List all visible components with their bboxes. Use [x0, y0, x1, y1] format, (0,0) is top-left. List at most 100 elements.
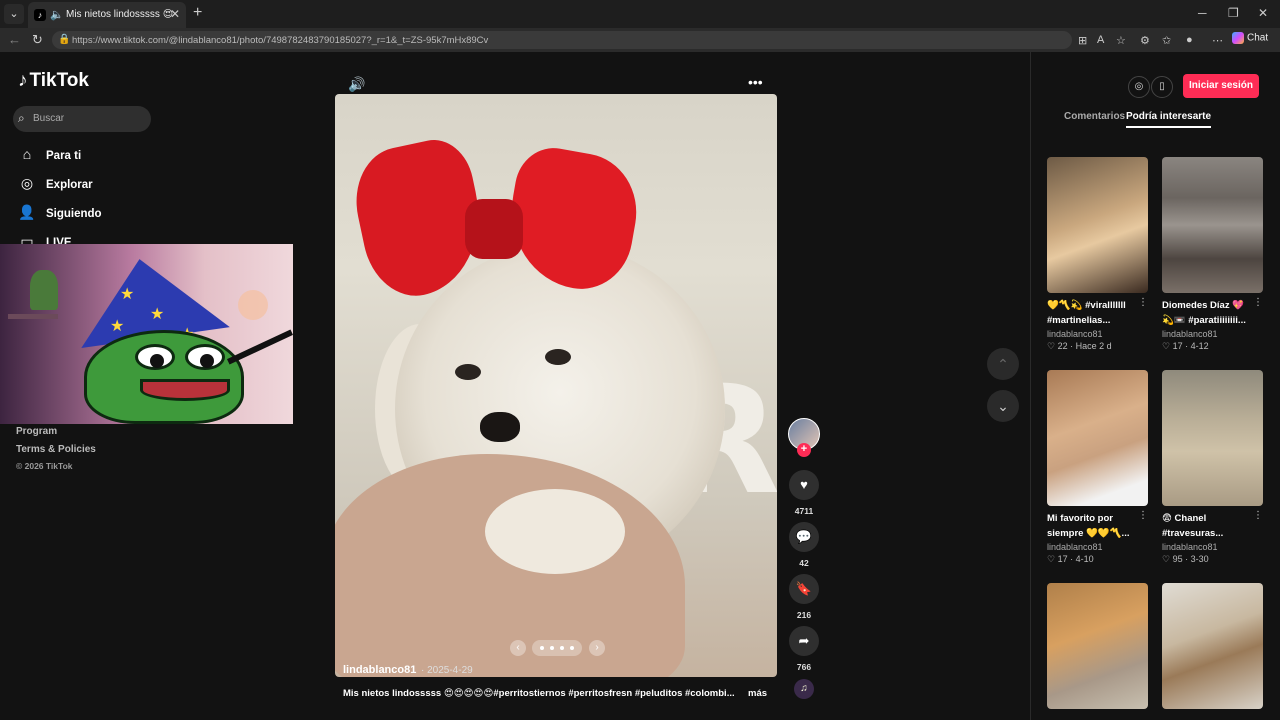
suggested-video-card[interactable]: Diomedes Díaz 💖💫📼 #paratiiiiiiii... ⋮ li…: [1162, 157, 1263, 352]
tiktok-note-icon: ♪: [18, 70, 28, 91]
music-disc-icon[interactable]: ♫: [794, 679, 814, 699]
search-icon: ⌕: [18, 111, 25, 125]
search-placeholder: Buscar: [33, 113, 65, 124]
new-tab-button[interactable]: +: [193, 4, 202, 22]
heart-icon: ♥: [800, 477, 808, 492]
back-icon[interactable]: ←: [8, 32, 21, 47]
carousel-next-icon[interactable]: ›: [589, 640, 605, 656]
more-options-icon[interactable]: •••: [748, 74, 763, 90]
compass-icon[interactable]: ◎: [1128, 76, 1150, 98]
right-panel: ◎ ▯ Iniciar sesión Comentarios Podría in…: [1030, 52, 1280, 720]
video-thumbnail[interactable]: [1047, 583, 1148, 709]
video-thumbnail[interactable]: [1162, 157, 1263, 293]
copyright: © 2026 TikTok: [16, 461, 73, 471]
tiktok-logo[interactable]: ♪ TikTok: [18, 70, 89, 92]
card-more-icon[interactable]: ⋮: [1138, 510, 1148, 521]
copilot-icon: [1232, 32, 1244, 44]
url-field[interactable]: 🔒 https://www.tiktok.com/@lindablanco81/…: [52, 31, 1072, 49]
minimize-icon[interactable]: ─: [1198, 6, 1207, 20]
close-window-icon[interactable]: ✕: [1258, 6, 1268, 20]
active-tab-indicator: [1126, 126, 1211, 128]
suggested-video-card[interactable]: 😨 Chanel #travesuras... ⋮ lindablanco81 …: [1162, 370, 1263, 565]
card-title[interactable]: 😨 Chanel #travesuras...: [1162, 511, 1254, 541]
favorite-star-icon[interactable]: ☆: [1116, 34, 1126, 47]
caption-more-link[interactable]: más: [748, 688, 767, 699]
browser-tab[interactable]: ♪ 🔈 Mis nietos lindosssss 😍😍😍 ✕: [28, 2, 186, 28]
previous-post-button[interactable]: ⌃: [987, 348, 1019, 380]
search-input[interactable]: ⌕ Buscar: [13, 106, 151, 132]
card-meta: ♡ 17 · 4-10: [1047, 554, 1094, 564]
like-button[interactable]: ♥: [789, 470, 819, 500]
site-info-icon[interactable]: 🔒: [58, 34, 70, 45]
card-meta: ♡ 95 · 3-30: [1162, 554, 1209, 564]
footer-program-link[interactable]: Program: [16, 426, 57, 437]
card-more-icon[interactable]: ⋮: [1253, 297, 1263, 308]
share-button[interactable]: ➦: [789, 626, 819, 656]
webcam-overlay-image: ★ ★ ★ ★: [0, 244, 293, 424]
mobile-icon[interactable]: ▯: [1151, 76, 1173, 98]
save-count: 216: [796, 610, 812, 620]
copilot-chat-button[interactable]: Chat: [1232, 32, 1268, 44]
tab-list-button[interactable]: ⌄: [4, 4, 24, 24]
profile-icon[interactable]: ●: [1186, 34, 1193, 46]
sidebar-item-explorar[interactable]: ◎ Explorar: [18, 175, 93, 197]
comment-button[interactable]: 💬: [789, 522, 819, 552]
chevron-down-icon: ⌄: [997, 398, 1009, 414]
photo-carousel-controls: ‹ ›: [510, 639, 605, 657]
heart-outline-icon: ♡: [1162, 554, 1171, 564]
video-thumbnail[interactable]: [1162, 583, 1263, 709]
card-author[interactable]: lindablanco81: [1047, 329, 1148, 339]
card-title[interactable]: Diomedes Díaz 💖💫📼 #paratiiiiiiii...: [1162, 298, 1254, 328]
like-count: 4711: [794, 506, 814, 516]
card-author[interactable]: lindablanco81: [1162, 542, 1263, 552]
url-text: https://www.tiktok.com/@lindablanco81/ph…: [72, 35, 489, 46]
compass-icon: ◎: [20, 175, 34, 191]
close-tab-icon[interactable]: ✕: [170, 7, 180, 21]
carousel-prev-icon[interactable]: ‹: [510, 640, 526, 656]
video-thumbnail[interactable]: [1047, 157, 1148, 293]
share-count: 766: [796, 662, 812, 672]
refresh-icon[interactable]: ↻: [32, 32, 43, 48]
speaker-icon[interactable]: 🔈: [50, 8, 64, 21]
tiktok-page: ♪ TikTok ⌕ Buscar ⌂ Para ti ◎ Explorar 👤 Sig…: [0, 52, 1280, 720]
carousel-dots: [532, 640, 582, 656]
next-post-button[interactable]: ⌄: [987, 390, 1019, 422]
suggested-video-card[interactable]: 💛〽️💫 #viralllllll #martinelias... ⋮ lind…: [1047, 157, 1148, 352]
save-button[interactable]: 🔖: [789, 574, 819, 604]
suggested-video-card[interactable]: [1162, 583, 1263, 709]
post-date: · 2025-4-29: [421, 665, 473, 676]
card-author[interactable]: lindablanco81: [1162, 329, 1263, 339]
card-title[interactable]: Mi favorito por siempre 💛💛〽️...: [1047, 511, 1139, 541]
restore-icon[interactable]: ❐: [1228, 6, 1239, 20]
card-more-icon[interactable]: ⋮: [1138, 297, 1148, 308]
app-available-icon[interactable]: ⊞: [1078, 34, 1087, 47]
bookmark-icon: 🔖: [795, 581, 813, 596]
heart-outline-icon: ♡: [1162, 341, 1171, 351]
more-menu-icon[interactable]: ⋯: [1212, 34, 1223, 47]
heart-outline-icon: ♡: [1047, 341, 1056, 351]
favorites-icon[interactable]: ✩: [1162, 34, 1171, 47]
video-thumbnail[interactable]: [1047, 370, 1148, 506]
chevron-up-icon: ⌃: [997, 356, 1009, 372]
footer-terms-link[interactable]: Terms & Policies: [16, 444, 96, 455]
volume-icon[interactable]: 🔊: [348, 76, 365, 93]
login-button[interactable]: Iniciar sesión: [1183, 74, 1259, 98]
card-author[interactable]: lindablanco81: [1047, 542, 1148, 552]
sidebar-item-para-ti[interactable]: ⌂ Para ti: [18, 146, 81, 168]
post-author[interactable]: lindablanco81: [343, 664, 416, 676]
user-follow-icon: 👤: [18, 204, 36, 220]
extensions-icon[interactable]: ⚙: [1140, 34, 1150, 47]
heart-outline-icon: ♡: [1047, 554, 1056, 564]
sidebar-item-siguiendo[interactable]: 👤 Siguiendo: [18, 204, 101, 226]
suggested-video-card[interactable]: [1047, 583, 1148, 709]
card-title[interactable]: 💛〽️💫 #viralllllll #martinelias...: [1047, 298, 1139, 328]
post-photo[interactable]: R ‹ › lindablanco81 · 2025-4-29: [335, 94, 777, 677]
video-thumbnail[interactable]: [1162, 370, 1263, 506]
follow-plus-icon[interactable]: +: [797, 443, 811, 457]
card-more-icon[interactable]: ⋮: [1253, 510, 1263, 521]
suggested-video-card[interactable]: Mi favorito por siempre 💛💛〽️... ⋮ lindab…: [1047, 370, 1148, 565]
comment-count: 42: [799, 558, 809, 568]
tab-podria-interesarte[interactable]: Podría interesarte: [1126, 111, 1211, 122]
tab-comentarios[interactable]: Comentarios: [1064, 111, 1125, 122]
translate-icon[interactable]: A: [1097, 34, 1104, 46]
